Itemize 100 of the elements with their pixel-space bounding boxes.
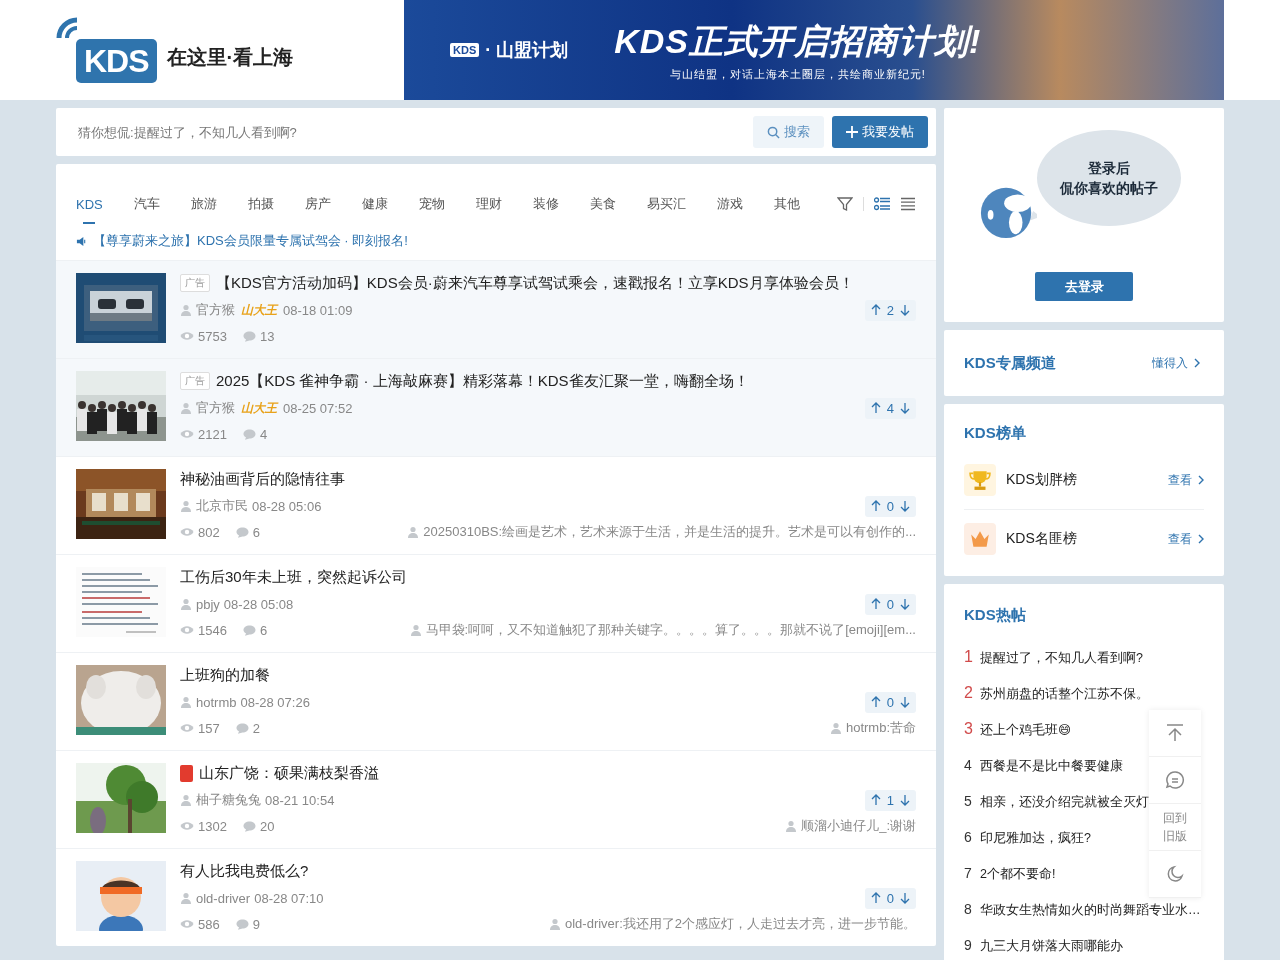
author-name[interactable]: 官方猴 bbox=[196, 399, 235, 417]
upvote-icon[interactable] bbox=[870, 304, 881, 316]
author-name[interactable]: 北京市民 bbox=[196, 497, 248, 515]
category-tab[interactable]: 易买汇 bbox=[646, 188, 686, 220]
hot-post-link[interactable]: 九三大月饼落大雨哪能办 bbox=[980, 928, 1123, 960]
list-icon[interactable] bbox=[900, 196, 916, 212]
arrow-up-icon bbox=[1165, 723, 1185, 743]
user-icon bbox=[407, 526, 420, 538]
author-name[interactable]: 柚子糖兔兔 bbox=[196, 791, 261, 809]
category-tab[interactable]: 理财 bbox=[475, 188, 502, 220]
downvote-icon[interactable] bbox=[900, 794, 910, 806]
last-reply[interactable]: old-driver:我还用了2个感应灯，人走过去才亮，进一步节能。 bbox=[564, 915, 916, 933]
comment-count: 20 bbox=[259, 818, 275, 834]
category-tab[interactable]: 拍摄 bbox=[247, 188, 274, 220]
last-reply[interactable]: hotrmb:苦命 bbox=[845, 719, 916, 737]
filter-icon[interactable] bbox=[837, 196, 853, 212]
view-link[interactable]: 查看 bbox=[1168, 530, 1204, 548]
user-icon bbox=[409, 624, 422, 636]
post-title[interactable]: 神秘油画背后的隐情往事 bbox=[180, 469, 345, 489]
feedback-button[interactable] bbox=[1149, 757, 1201, 804]
night-mode-button[interactable] bbox=[1149, 851, 1201, 898]
upvote-icon[interactable] bbox=[870, 500, 881, 512]
author-name[interactable]: old-driver bbox=[196, 890, 251, 906]
upvote-icon[interactable] bbox=[870, 892, 881, 904]
post-time: 08-28 07:26 bbox=[240, 694, 310, 710]
post-title[interactable]: 上班狗的加餐 bbox=[180, 665, 270, 685]
post-time: 08-28 07:10 bbox=[254, 890, 324, 906]
downvote-icon[interactable] bbox=[900, 696, 910, 708]
vote-control[interactable]: 0 bbox=[864, 495, 916, 517]
user-icon bbox=[180, 892, 192, 904]
category-tab[interactable]: 旅游 bbox=[190, 188, 217, 220]
post-title[interactable]: 山东广饶：硕果满枝梨香溢 bbox=[199, 763, 379, 783]
moon-icon bbox=[1165, 864, 1185, 884]
post-title[interactable]: 2025【KDS 雀神争霸 · 上海敲麻赛】精彩落幕！KDS雀友汇聚一堂，嗨翻全场！ bbox=[216, 371, 749, 391]
author-name[interactable]: 官方猴 bbox=[196, 301, 235, 319]
downvote-icon[interactable] bbox=[900, 402, 910, 414]
downvote-icon[interactable] bbox=[900, 304, 910, 316]
hot-post-link[interactable]: 华政女生热情如火的时尚舞蹈专业水… bbox=[980, 892, 1201, 928]
category-tab[interactable]: 房产 bbox=[304, 188, 331, 220]
vote-control[interactable]: 0 bbox=[864, 887, 916, 909]
post-title[interactable]: 【KDS官方活动加码】KDS会员·蔚来汽车尊享试驾试乘会，速戳报名！立享KDS月享体验会员！ bbox=[216, 273, 854, 293]
vote-control[interactable]: 1 bbox=[864, 789, 916, 811]
rank-title: 山大王 bbox=[241, 301, 277, 319]
vote-control[interactable]: 2 bbox=[864, 299, 916, 321]
hot-post-link[interactable]: 2个都不要命! bbox=[980, 856, 1056, 892]
last-reply[interactable]: 顺溜小迪仔儿_:谢谢 bbox=[801, 817, 916, 835]
upvote-icon[interactable] bbox=[870, 794, 881, 806]
author-name[interactable]: hotrmb bbox=[196, 694, 237, 710]
category-tab[interactable]: 宠物 bbox=[418, 188, 445, 220]
old-version-button[interactable]: 回到旧版 bbox=[1149, 804, 1201, 851]
hot-post-link[interactable]: 还上个鸡毛班😄 bbox=[980, 712, 1072, 748]
downvote-icon[interactable] bbox=[900, 500, 910, 512]
ranking-name[interactable]: KDS划胖榜 bbox=[1006, 471, 1158, 489]
vote-control[interactable]: 4 bbox=[864, 397, 916, 419]
hot-post-link[interactable]: 苏州崩盘的话整个江苏不保。 bbox=[980, 676, 1149, 712]
search-field[interactable]: 猜你想侃:提醒过了，不知几人看到啊? bbox=[76, 123, 745, 141]
search-bar[interactable]: 猜你想侃:提醒过了，不知几人看到啊? 搜索 我要发帖 bbox=[56, 108, 936, 156]
user-icon bbox=[180, 500, 192, 512]
vote-control[interactable]: 0 bbox=[864, 691, 916, 713]
hot-post-link[interactable]: 提醒过了，不知几人看到啊? bbox=[980, 640, 1143, 676]
chevron-right-icon bbox=[1198, 475, 1204, 485]
detailed-list-icon[interactable] bbox=[874, 196, 890, 212]
post-time: 08-18 01:09 bbox=[283, 302, 353, 318]
rank-number: 2 bbox=[964, 683, 974, 703]
hot-post-link[interactable]: 相亲，还没介绍完就被全灭灯 bbox=[980, 784, 1149, 820]
new-post-button[interactable]: 我要发帖 bbox=[832, 116, 928, 148]
category-tab[interactable]: 汽车 bbox=[133, 188, 160, 220]
user-icon bbox=[180, 794, 192, 806]
ad-banner[interactable]: KDS · 山盟计划 KDS正式开启招商计划! 与山结盟，对话上海本土圈层，共绘商业新纪元! bbox=[404, 0, 1224, 100]
enter-link[interactable]: 懂得入 bbox=[1152, 354, 1200, 372]
category-tab[interactable]: 其他 bbox=[773, 188, 800, 220]
login-button[interactable]: 去登录 bbox=[1035, 272, 1133, 301]
ranking-name[interactable]: KDS名匪榜 bbox=[1006, 530, 1158, 548]
upvote-icon[interactable] bbox=[870, 402, 881, 414]
upvote-icon[interactable] bbox=[870, 696, 881, 708]
post-title[interactable]: 工伤后30年未上班，突然起诉公司 bbox=[180, 567, 407, 587]
ad-badge: 广告 bbox=[180, 372, 210, 390]
post-title[interactable]: 有人比我电费低么? bbox=[180, 861, 309, 881]
search-icon bbox=[767, 125, 780, 139]
notice-link[interactable]: 【尊享蔚来之旅】KDS会员限量专属试驾会 · 即刻报名! bbox=[93, 232, 408, 250]
back-to-top-button[interactable] bbox=[1149, 710, 1201, 757]
category-tab[interactable]: 游戏 bbox=[716, 188, 743, 220]
comment-count: 6 bbox=[252, 524, 260, 540]
category-tab[interactable]: 装修 bbox=[532, 188, 559, 220]
comment-icon bbox=[242, 820, 256, 832]
category-tab[interactable]: 美食 bbox=[589, 188, 616, 220]
vote-control[interactable]: 0 bbox=[864, 593, 916, 615]
downvote-icon[interactable] bbox=[900, 598, 910, 610]
hot-post-link[interactable]: 西餐是不是比中餐要健康 bbox=[980, 748, 1123, 784]
upvote-icon[interactable] bbox=[870, 598, 881, 610]
author-name[interactable]: pbjy bbox=[196, 596, 220, 612]
view-link[interactable]: 查看 bbox=[1168, 471, 1204, 489]
downvote-icon[interactable] bbox=[900, 892, 910, 904]
last-reply[interactable]: 20250310BS:绘画是艺术，艺术来源于生活，并是生活的提升。艺术是可以有创作的... bbox=[423, 523, 916, 541]
category-tab[interactable]: 健康 bbox=[361, 188, 388, 220]
post-time: 08-28 05:06 bbox=[252, 498, 322, 514]
rank-number: 6 bbox=[964, 828, 973, 847]
last-reply[interactable]: 马甲袋:呵呵，又不知道触犯了那种关键字。。。。算了。。。那就不说了[emoji][em... bbox=[425, 621, 916, 639]
chevron-right-icon bbox=[1198, 534, 1204, 544]
hot-post-link[interactable]: 印尼雅加达，疯狂? bbox=[980, 820, 1091, 856]
